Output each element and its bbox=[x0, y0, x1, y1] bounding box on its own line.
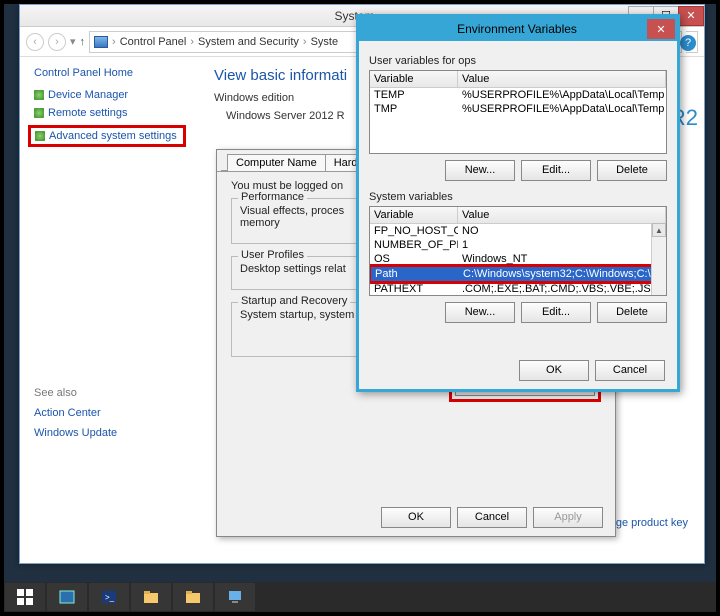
list-row[interactable]: TEMP%USERPROFILE%\AppData\Local\Temp bbox=[370, 88, 666, 102]
cell-val: .COM;.EXE;.BAT;.CMD;.VBS;.VBE;.JS;.JSE..… bbox=[458, 282, 666, 296]
crumb-0[interactable]: Control Panel bbox=[120, 36, 187, 48]
nav-device-manager[interactable]: Device Manager bbox=[34, 89, 186, 101]
crumb-1[interactable]: System and Security bbox=[198, 36, 299, 48]
env-titlebar: Environment Variables ✕ bbox=[359, 17, 677, 41]
see-also-label: See also bbox=[34, 387, 186, 399]
group-profiles-title: User Profiles bbox=[238, 249, 307, 261]
help-icon[interactable]: ? bbox=[680, 35, 696, 51]
list-row[interactable]: NUMBER_OF_PRO...1 bbox=[370, 238, 666, 252]
props-apply-button[interactable]: Apply bbox=[533, 507, 603, 528]
taskbar-system[interactable] bbox=[215, 583, 255, 611]
user-vars-label: User variables for ops bbox=[369, 55, 667, 67]
list-row[interactable]: PathC:\Windows\system32;C:\Windows;C:\Wi… bbox=[371, 267, 665, 281]
cell-val: NO bbox=[458, 224, 666, 238]
taskbar: >_ bbox=[4, 582, 716, 612]
environment-variables-dialog: Environment Variables ✕ User variables f… bbox=[356, 14, 680, 392]
col-value[interactable]: Value bbox=[458, 71, 666, 87]
list-row[interactable]: PATHEXT.COM;.EXE;.BAT;.CMD;.VBS;.VBE;.JS… bbox=[370, 282, 666, 296]
list-row[interactable]: OSWindows_NT bbox=[370, 252, 666, 266]
cell-var: Path bbox=[371, 267, 459, 281]
cell-var: PATHEXT bbox=[370, 282, 458, 296]
close-button[interactable]: ✕ bbox=[678, 6, 704, 26]
control-panel-home[interactable]: Control Panel Home bbox=[34, 67, 186, 79]
back-button[interactable]: ‹ bbox=[26, 33, 44, 51]
cell-val: Windows_NT bbox=[458, 252, 666, 266]
cell-var: TEMP bbox=[370, 88, 458, 102]
scroll-up-icon[interactable]: ▲ bbox=[652, 223, 666, 237]
env-ok-button[interactable]: OK bbox=[519, 360, 589, 381]
svg-text:>_: >_ bbox=[105, 593, 115, 602]
group-performance-title: Performance bbox=[238, 191, 307, 203]
tab-computer-name[interactable]: Computer Name bbox=[227, 154, 326, 171]
link-action-center[interactable]: Action Center bbox=[34, 407, 186, 419]
taskbar-explorer[interactable] bbox=[131, 583, 171, 611]
taskbar-powershell[interactable]: >_ bbox=[89, 583, 129, 611]
left-nav: Control Panel Home Device Manager Remote… bbox=[20, 57, 200, 563]
user-delete-button[interactable]: Delete bbox=[597, 160, 667, 181]
sys-new-button[interactable]: New... bbox=[445, 302, 515, 323]
user-new-button[interactable]: New... bbox=[445, 160, 515, 181]
link-windows-update[interactable]: Windows Update bbox=[34, 427, 186, 439]
forward-button[interactable]: › bbox=[48, 33, 66, 51]
system-vars-list[interactable]: Variable Value FP_NO_HOST_CH...NONUMBER_… bbox=[369, 206, 667, 296]
cell-val: C:\Windows\system32;C:\Windows;C:\Win... bbox=[459, 267, 665, 281]
crumb-2[interactable]: Syste bbox=[311, 36, 339, 48]
pc-icon bbox=[94, 36, 108, 48]
col-variable[interactable]: Variable bbox=[370, 71, 458, 87]
cell-val: %USERPROFILE%\AppData\Local\Temp bbox=[458, 102, 666, 116]
col-value[interactable]: Value bbox=[458, 207, 666, 223]
list-row[interactable]: TMP%USERPROFILE%\AppData\Local\Temp bbox=[370, 102, 666, 116]
taskbar-explorer-2[interactable] bbox=[173, 583, 213, 611]
list-row[interactable]: FP_NO_HOST_CH...NO bbox=[370, 224, 666, 238]
cell-val: %USERPROFILE%\AppData\Local\Temp bbox=[458, 88, 666, 102]
cell-val: 1 bbox=[458, 238, 666, 252]
cell-var: FP_NO_HOST_CH... bbox=[370, 224, 458, 238]
user-vars-list[interactable]: Variable Value TEMP%USERPROFILE%\AppData… bbox=[369, 70, 667, 154]
cell-var: TMP bbox=[370, 102, 458, 116]
env-close-button[interactable]: ✕ bbox=[647, 19, 675, 39]
nav-advanced-system-settings[interactable]: Advanced system settings bbox=[35, 130, 179, 142]
env-title: Environment Variables bbox=[387, 22, 647, 36]
sys-delete-button[interactable]: Delete bbox=[597, 302, 667, 323]
nav-remote-settings[interactable]: Remote settings bbox=[34, 107, 186, 119]
sys-vars-label: System variables bbox=[369, 191, 667, 203]
shield-icon bbox=[34, 108, 44, 118]
props-ok-button[interactable]: OK bbox=[381, 507, 451, 528]
cell-var: NUMBER_OF_PRO... bbox=[370, 238, 458, 252]
shield-icon bbox=[35, 131, 45, 141]
props-cancel-button[interactable]: Cancel bbox=[457, 507, 527, 528]
env-cancel-button[interactable]: Cancel bbox=[595, 360, 665, 381]
shield-icon bbox=[34, 90, 44, 100]
cell-var: OS bbox=[370, 252, 458, 266]
taskbar-server-manager[interactable] bbox=[47, 583, 87, 611]
sys-edit-button[interactable]: Edit... bbox=[521, 302, 591, 323]
col-variable[interactable]: Variable bbox=[370, 207, 458, 223]
scrollbar[interactable]: ▲ bbox=[651, 223, 666, 295]
start-button[interactable] bbox=[5, 583, 45, 611]
props-dialog-buttons: OK Cancel Apply bbox=[381, 507, 603, 528]
user-edit-button[interactable]: Edit... bbox=[521, 160, 591, 181]
desktop: System – ☐ ✕ ‹ › ▾ ↑ › Control Panel › S… bbox=[4, 4, 716, 612]
group-startup-title: Startup and Recovery bbox=[238, 295, 350, 307]
